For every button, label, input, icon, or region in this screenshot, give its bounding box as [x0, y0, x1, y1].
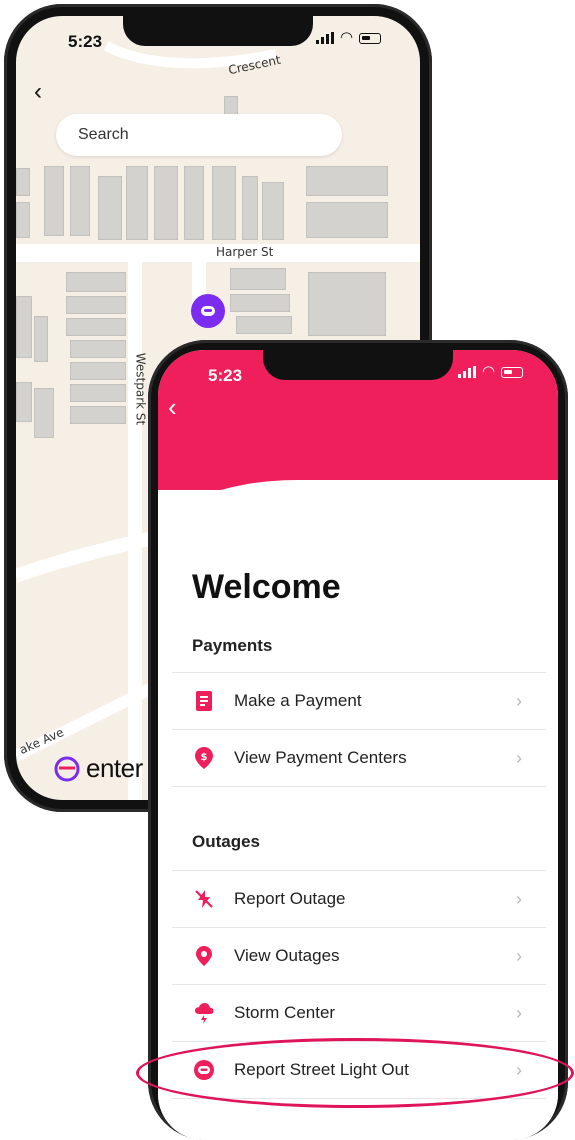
- chevron-right-icon: ›: [516, 1002, 522, 1023]
- building: [236, 316, 292, 334]
- menu-item-label: Report Outage: [234, 889, 346, 908]
- street-light-pin[interactable]: [191, 294, 225, 328]
- building: [262, 182, 284, 240]
- section-title-payments: Payments: [192, 636, 273, 655]
- building: [70, 340, 126, 358]
- building: [184, 166, 204, 240]
- chevron-right-icon: ›: [516, 945, 522, 966]
- power-off-icon: [192, 887, 216, 911]
- page-title: Welcome: [192, 568, 341, 606]
- status-time: 5:23: [208, 366, 243, 385]
- building: [230, 294, 290, 312]
- battery-icon: [359, 32, 382, 44]
- building: [98, 176, 122, 240]
- back-arrow-icon[interactable]: ‹: [168, 392, 177, 423]
- notch: [263, 350, 453, 380]
- menu-item-storm-center[interactable]: Storm Center ›: [172, 985, 546, 1041]
- building: [230, 268, 286, 290]
- chevron-right-icon: ›: [516, 747, 522, 768]
- wifi-icon: ◠: [340, 29, 354, 46]
- menu-item-view-outages[interactable]: View Outages ›: [172, 928, 546, 984]
- entergy-logo-icon: [54, 756, 80, 781]
- section-title-outages: Outages: [192, 832, 261, 851]
- storm-cloud-icon: [192, 1001, 216, 1025]
- building: [16, 168, 30, 196]
- building: [16, 382, 32, 422]
- building: [154, 166, 178, 240]
- svg-text:$: $: [201, 752, 208, 763]
- app-screen: 5:23 ◠ ‹ Welcome Payments Make a Payment…: [158, 350, 558, 1140]
- chevron-right-icon: ›: [516, 888, 522, 909]
- building: [66, 272, 126, 292]
- building: [34, 316, 48, 362]
- dollar-location-icon: $: [192, 746, 216, 770]
- building: [70, 166, 90, 236]
- divider: [172, 786, 546, 787]
- wifi-icon: ◠: [482, 363, 496, 380]
- street-label: Westpark St: [133, 352, 148, 426]
- location-pin-icon: [192, 944, 216, 968]
- signal-icon: [316, 32, 334, 44]
- menu-item-make-payment[interactable]: Make a Payment ›: [172, 673, 546, 729]
- back-arrow-icon[interactable]: ‹: [34, 78, 42, 106]
- menu-item-label: View Outages: [234, 946, 340, 965]
- status-icons: ◠: [458, 363, 524, 380]
- chevron-right-icon: ›: [516, 690, 522, 711]
- menu-item-label: Make a Payment: [234, 691, 362, 710]
- building: [44, 166, 64, 236]
- menu-item-label: Storm Center: [234, 1003, 336, 1022]
- brand-text: enter: [86, 753, 143, 783]
- search-input[interactable]: Search: [56, 114, 342, 156]
- menu-item-label: View Payment Centers: [234, 748, 407, 767]
- payment-bill-icon: [192, 689, 216, 713]
- building: [16, 202, 30, 238]
- road-westpark: [128, 254, 142, 800]
- status-icons: ◠: [316, 29, 382, 46]
- street-light-icon: [201, 306, 215, 316]
- street-label: Harper St: [216, 245, 274, 259]
- battery-icon: [501, 366, 524, 378]
- building: [70, 384, 126, 402]
- menu-item-view-payment-centers[interactable]: $ View Payment Centers ›: [172, 730, 546, 786]
- building: [306, 202, 388, 238]
- menu-item-report-outage[interactable]: Report Outage ›: [172, 871, 546, 927]
- building: [70, 406, 126, 424]
- highlight-ellipse: [136, 1038, 574, 1108]
- building: [308, 272, 386, 336]
- notch: [123, 16, 313, 46]
- building: [16, 296, 32, 358]
- building: [66, 296, 126, 314]
- building: [212, 166, 236, 240]
- building: [126, 166, 148, 240]
- building: [306, 166, 388, 196]
- building: [34, 388, 54, 438]
- status-time: 5:23: [68, 32, 103, 51]
- signal-icon: [458, 366, 476, 378]
- building: [66, 318, 126, 336]
- building: [70, 362, 126, 380]
- building: [242, 176, 258, 240]
- app-phone: 5:23 ◠ ‹ Welcome Payments Make a Payment…: [148, 340, 568, 1140]
- brand-logo: enter: [54, 753, 143, 784]
